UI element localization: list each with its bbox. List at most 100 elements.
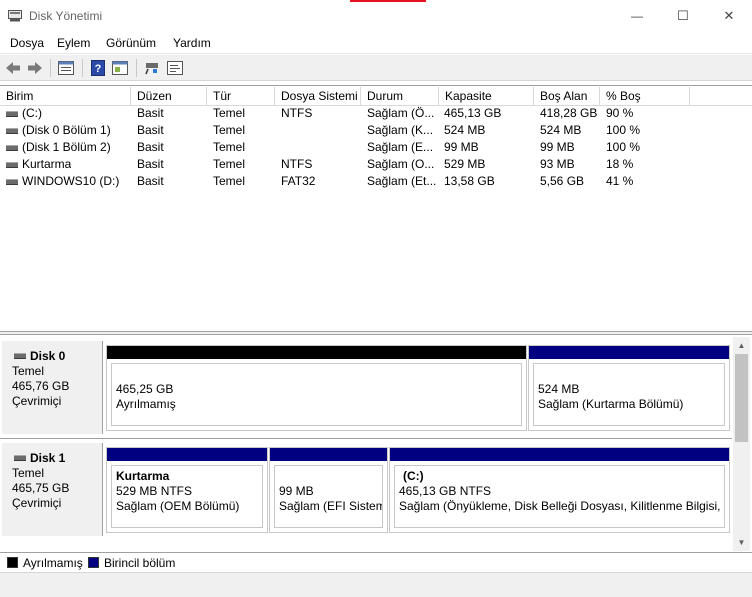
table-cell: 529 MB	[444, 157, 486, 171]
partition-bar	[529, 346, 729, 359]
legend-label-unallocated: Ayrılmamış	[23, 556, 83, 570]
column-dosya-sistemi[interactable]: Dosya Sistemi	[275, 87, 361, 106]
disk-label[interactable]: Disk 1 Temel 465,75 GB Çevrimiçi	[2, 443, 103, 536]
toolbar-separator	[50, 59, 51, 77]
scroll-up-button[interactable]: ▲	[733, 337, 750, 354]
table-row[interactable]: (C:) Basit Temel NTFS Sağlam (Ö... 465,13 GB 4…	[0, 105, 752, 122]
disk-label[interactable]: Disk 0 Temel 465,76 GB Çevrimiçi	[2, 341, 103, 434]
column-durum[interactable]: Durum	[361, 87, 439, 106]
close-icon: ✕	[723, 8, 735, 23]
menu-yardim[interactable]: Yardım	[173, 36, 211, 50]
menu-gorunum[interactable]: Görünüm	[106, 36, 156, 50]
disk-icon	[14, 455, 26, 461]
table-cell: 465,13 GB	[444, 106, 502, 120]
show-panel-button[interactable]	[110, 58, 130, 78]
close-button[interactable]: ✕	[706, 0, 752, 32]
disk-status: Çevrimiçi	[12, 496, 62, 510]
graph-scrollbar[interactable]: ▲ ▼	[733, 337, 750, 551]
chevron-down-icon: ▼	[737, 538, 746, 547]
table-cell: 13,58 GB	[444, 174, 495, 188]
partition-body: 465,25 GB Ayrılmamış	[111, 363, 522, 426]
partition-body: 524 MB Sağlam (Kurtarma Bölümü)	[533, 363, 725, 426]
table-cell: 5,56 GB	[540, 174, 585, 188]
column-kapasite[interactable]: Kapasite	[439, 87, 534, 106]
table-row[interactable]: Kurtarma Basit Temel NTFS Sağlam (O... 529 MB…	[0, 156, 752, 173]
properties-button[interactable]	[56, 58, 76, 78]
table-row[interactable]: (Disk 1 Bölüm 2) Basit Temel Sağlam (E... 99…	[0, 139, 752, 156]
title-bar: Disk Yönetimi — ☐ ✕	[0, 0, 752, 32]
column-birim[interactable]: Birim	[0, 87, 131, 106]
column-yuzde-bos[interactable]: % Boş	[600, 87, 690, 106]
legend-label-primary: Birincil bölüm	[104, 556, 176, 570]
table-cell: NTFS	[281, 157, 313, 171]
table-cell: Basit	[137, 157, 164, 171]
menu-dosya[interactable]: Dosya	[10, 36, 44, 50]
forward-button[interactable]	[25, 58, 45, 78]
disk-type: Temel	[12, 364, 45, 378]
column-bos-alan[interactable]: Boş Alan	[534, 87, 600, 106]
disk-type: Temel	[12, 466, 45, 480]
table-cell: FAT32	[281, 174, 316, 188]
partition-kurtarma[interactable]: Kurtarma 529 MB NTFS Sağlam (OEM Bölümü)	[106, 447, 268, 533]
window-title: Disk Yönetimi	[29, 9, 103, 23]
table-cell: WINDOWS10 (D:)	[22, 174, 120, 188]
table-cell: 99 MB	[540, 140, 575, 154]
disk-row-0: Disk 0 Temel 465,76 GB Çevrimiçi 465,25 …	[0, 337, 732, 434]
partition-size: 529 MB NTFS	[116, 484, 193, 498]
title-accent	[350, 0, 426, 2]
partition-unallocated[interactable]: 465,25 GB Ayrılmamış	[106, 345, 527, 431]
partition-status: Sağlam (Önyükleme, Disk Belleği Dosyası,…	[399, 499, 724, 513]
table-cell: Basit	[137, 174, 164, 188]
partition-status: Sağlam (OEM Bölümü)	[116, 499, 240, 513]
volume-list: Birim Düzen Tür Dosya Sistemi Durum Kapa…	[0, 85, 752, 331]
scroll-thumb[interactable]	[735, 354, 748, 442]
partition-bar	[107, 346, 526, 359]
status-bar	[0, 572, 752, 597]
table-cell: Temel	[213, 157, 246, 171]
table-cell: Sağlam (Et...	[367, 174, 437, 188]
table-cell: 41 %	[606, 174, 634, 188]
partition-body: Kurtarma 529 MB NTFS Sağlam (OEM Bölümü)	[111, 465, 263, 528]
menu-eylem[interactable]: Eylem	[57, 36, 90, 50]
drive-icon	[6, 111, 18, 117]
connect-button[interactable]	[142, 58, 162, 78]
column-duzen[interactable]: Düzen	[131, 87, 207, 106]
table-cell: Sağlam (E...	[367, 140, 434, 154]
properties-icon	[58, 61, 74, 75]
table-cell: Sağlam (O...	[367, 157, 435, 171]
partition-c-drive[interactable]: (C:) 465,13 GB NTFS Sağlam (Önyükleme, D…	[389, 447, 730, 533]
table-cell: 18 %	[606, 157, 634, 171]
partition-recovery[interactable]: 524 MB Sağlam (Kurtarma Bölümü)	[528, 345, 730, 431]
table-cell: (Disk 1 Bölüm 2)	[22, 140, 111, 154]
column-tur[interactable]: Tür	[207, 87, 275, 106]
toolbar-separator	[136, 59, 137, 77]
minimize-button[interactable]: —	[614, 0, 660, 32]
disk-size: 465,76 GB	[12, 379, 70, 393]
menu-bar: Dosya Eylem Görünüm Yardım	[0, 32, 752, 54]
help-icon: ?	[91, 60, 105, 76]
partition-status: Sağlam (Kurtarma Bölümü)	[538, 397, 684, 411]
scroll-down-button[interactable]: ▼	[733, 534, 750, 551]
connect-icon	[145, 63, 158, 75]
partition-bar	[270, 448, 387, 461]
table-cell: 524 MB	[444, 123, 486, 137]
table-row[interactable]: WINDOWS10 (D:) Basit Temel FAT32 Sağlam (Et.…	[0, 173, 752, 190]
partition-body: (C:) 465,13 GB NTFS Sağlam (Önyükleme, D…	[394, 465, 725, 528]
back-button[interactable]	[3, 58, 23, 78]
chevron-up-icon: ▲	[737, 341, 746, 350]
drive-icon	[6, 162, 18, 168]
back-icon	[6, 62, 20, 74]
legend-swatch-primary	[88, 557, 99, 568]
disk-name: Disk 1	[30, 451, 66, 465]
console-button[interactable]	[165, 58, 185, 78]
maximize-button[interactable]: ☐	[660, 0, 706, 32]
table-cell: 99 MB	[444, 140, 479, 154]
help-button[interactable]: ?	[88, 58, 108, 78]
disk-icon	[14, 353, 26, 359]
table-cell: Kurtarma	[22, 157, 72, 171]
console-icon	[167, 61, 183, 75]
disk-status: Çevrimiçi	[12, 394, 62, 408]
partition-efi[interactable]: 99 MB Sağlam (EFI Sistem Bölümü)	[269, 447, 388, 533]
table-row[interactable]: (Disk 0 Bölüm 1) Basit Temel Sağlam (K... 52…	[0, 122, 752, 139]
table-cell: Basit	[137, 106, 164, 120]
